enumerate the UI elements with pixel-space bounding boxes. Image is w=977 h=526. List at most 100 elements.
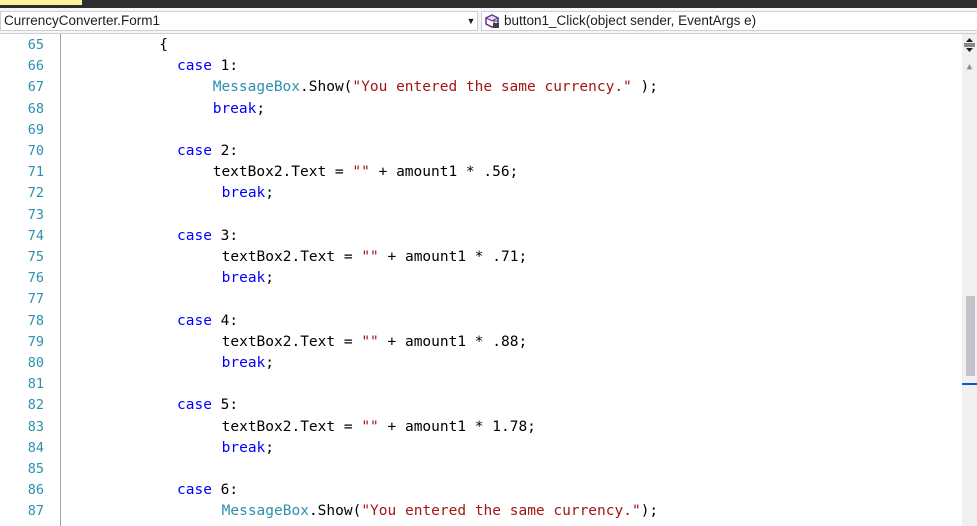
code-token: 5:	[211, 397, 239, 414]
code-token: 1:	[211, 58, 239, 75]
line-number: 74	[27, 227, 44, 244]
line-number: 76	[27, 270, 44, 287]
string-token: ""	[361, 333, 379, 350]
line-number: 82	[27, 397, 44, 414]
line-number: 85	[27, 461, 44, 477]
chevron-down-icon[interactable]: ▼	[465, 12, 477, 30]
caret-position-marker	[962, 383, 977, 385]
code-token: ;	[265, 270, 275, 287]
keyword-token: break	[221, 185, 266, 202]
code-token: textBox2.Text =	[212, 164, 353, 181]
code-line[interactable]: case 6:	[177, 480, 238, 501]
code-token: + amount1 * .71;	[378, 249, 528, 265]
keyword-token: case	[177, 143, 212, 159]
keyword-token: case	[177, 58, 212, 75]
line-number: 73	[27, 206, 44, 223]
code-token: ;	[256, 100, 266, 117]
code-line[interactable]: {	[159, 35, 168, 56]
keyword-token: break	[212, 100, 257, 117]
code-token: 2:	[211, 143, 239, 159]
method-icon	[484, 12, 504, 30]
keyword-token: break	[221, 355, 266, 371]
code-token: textBox2.Text =	[221, 333, 362, 350]
keyword-token: case	[177, 227, 212, 244]
code-line[interactable]: MessageBox.Show("You entered the same cu…	[213, 77, 658, 98]
line-number: 77	[27, 291, 44, 308]
line-number: 84	[27, 439, 44, 456]
line-number: 80	[27, 355, 44, 371]
code-token: + amount1 * .88;	[378, 333, 528, 350]
string-token: ""	[361, 249, 379, 265]
code-token: 6:	[211, 482, 239, 499]
keyword-token: case	[177, 312, 212, 329]
member-selector-value: button1_Click(object sender, EventArgs e…	[504, 13, 757, 28]
scroll-up-arrow-icon[interactable]: ▲	[964, 62, 975, 72]
code-token: );	[640, 503, 659, 520]
line-number: 86	[27, 482, 44, 499]
line-number: 70	[27, 143, 44, 159]
line-number: 67	[27, 79, 44, 96]
code-token: 4:	[211, 312, 239, 329]
line-number: 68	[27, 100, 44, 117]
code-line[interactable]: textBox2.Text = "" + amount1 * .56;	[213, 162, 519, 183]
keyword-token: case	[177, 397, 212, 414]
active-tab-accent	[0, 0, 82, 5]
keyword-token: break	[221, 439, 266, 456]
code-line[interactable]: case 4:	[177, 311, 238, 332]
line-number: 66	[27, 58, 44, 75]
code-token: + amount1 * .56;	[369, 164, 519, 181]
line-number: 79	[27, 333, 44, 350]
code-line[interactable]: case 2:	[177, 141, 238, 162]
code-token: ;	[265, 355, 275, 371]
title-tab-strip	[0, 0, 977, 8]
code-editor[interactable]: 65{66 case 1: 67 MessageBox.Show("You enter…	[0, 34, 962, 526]
code-line[interactable]: break;	[222, 268, 274, 289]
code-line[interactable]: break;	[222, 353, 274, 374]
code-line[interactable]: break;	[222, 183, 274, 204]
line-number: 87	[27, 503, 44, 520]
code-token: .Show(	[308, 503, 362, 520]
keyword-token: break	[221, 270, 266, 287]
split-window-icon[interactable]	[964, 38, 975, 52]
code-line[interactable]: textBox2.Text = "" + amount1 * .88;	[222, 332, 528, 353]
line-number: 72	[27, 185, 44, 202]
code-line[interactable]: MessageBox.Show("You entered the same cu…	[222, 501, 659, 522]
gutter-divider	[60, 34, 61, 526]
code-token: {	[159, 37, 168, 53]
code-line[interactable]: textBox2.Text = "" + amount1 * 1.78;	[222, 417, 536, 438]
string-token: "You entered the same currency."	[352, 79, 632, 96]
code-token: .Show(	[300, 79, 353, 96]
line-number: 69	[27, 121, 44, 138]
keyword-token: case	[177, 482, 212, 499]
line-number: 75	[27, 249, 44, 265]
string-token: "You entered the same currency."	[361, 503, 641, 520]
type-token: MessageBox	[212, 79, 301, 96]
code-token: ;	[265, 439, 275, 456]
line-number: 71	[27, 164, 44, 181]
code-line[interactable]: case 3:	[177, 226, 238, 247]
code-line[interactable]: case 5:	[177, 395, 238, 416]
code-token: );	[631, 79, 658, 96]
code-token: ;	[265, 185, 275, 202]
code-line[interactable]: case 1:	[177, 56, 238, 77]
code-token: textBox2.Text =	[221, 418, 362, 435]
type-selector-value: CurrencyConverter.Form1	[4, 13, 161, 28]
vertical-scrollbar[interactable]: ▲	[962, 34, 977, 526]
type-selector-dropdown[interactable]: CurrencyConverter.Form1 ▼	[0, 11, 478, 31]
line-number: 81	[27, 376, 44, 393]
line-number: 83	[27, 418, 44, 435]
string-token: ""	[352, 164, 370, 181]
line-number: 78	[27, 312, 44, 329]
navigation-bar: CurrencyConverter.Form1 ▼ button1_Click(…	[0, 8, 977, 34]
code-line[interactable]: break;	[222, 438, 274, 459]
code-token: textBox2.Text =	[221, 249, 362, 265]
member-selector-dropdown[interactable]: button1_Click(object sender, EventArgs e…	[481, 11, 977, 31]
line-number: 65	[27, 37, 44, 53]
code-token: + amount1 * 1.78;	[378, 418, 536, 435]
string-token: ""	[361, 418, 379, 435]
code-token: 3:	[211, 227, 239, 244]
code-line[interactable]: textBox2.Text = "" + amount1 * .71;	[222, 247, 528, 268]
type-token: MessageBox	[221, 503, 309, 520]
code-line[interactable]: break;	[213, 99, 265, 120]
scrollbar-thumb[interactable]	[966, 296, 975, 376]
